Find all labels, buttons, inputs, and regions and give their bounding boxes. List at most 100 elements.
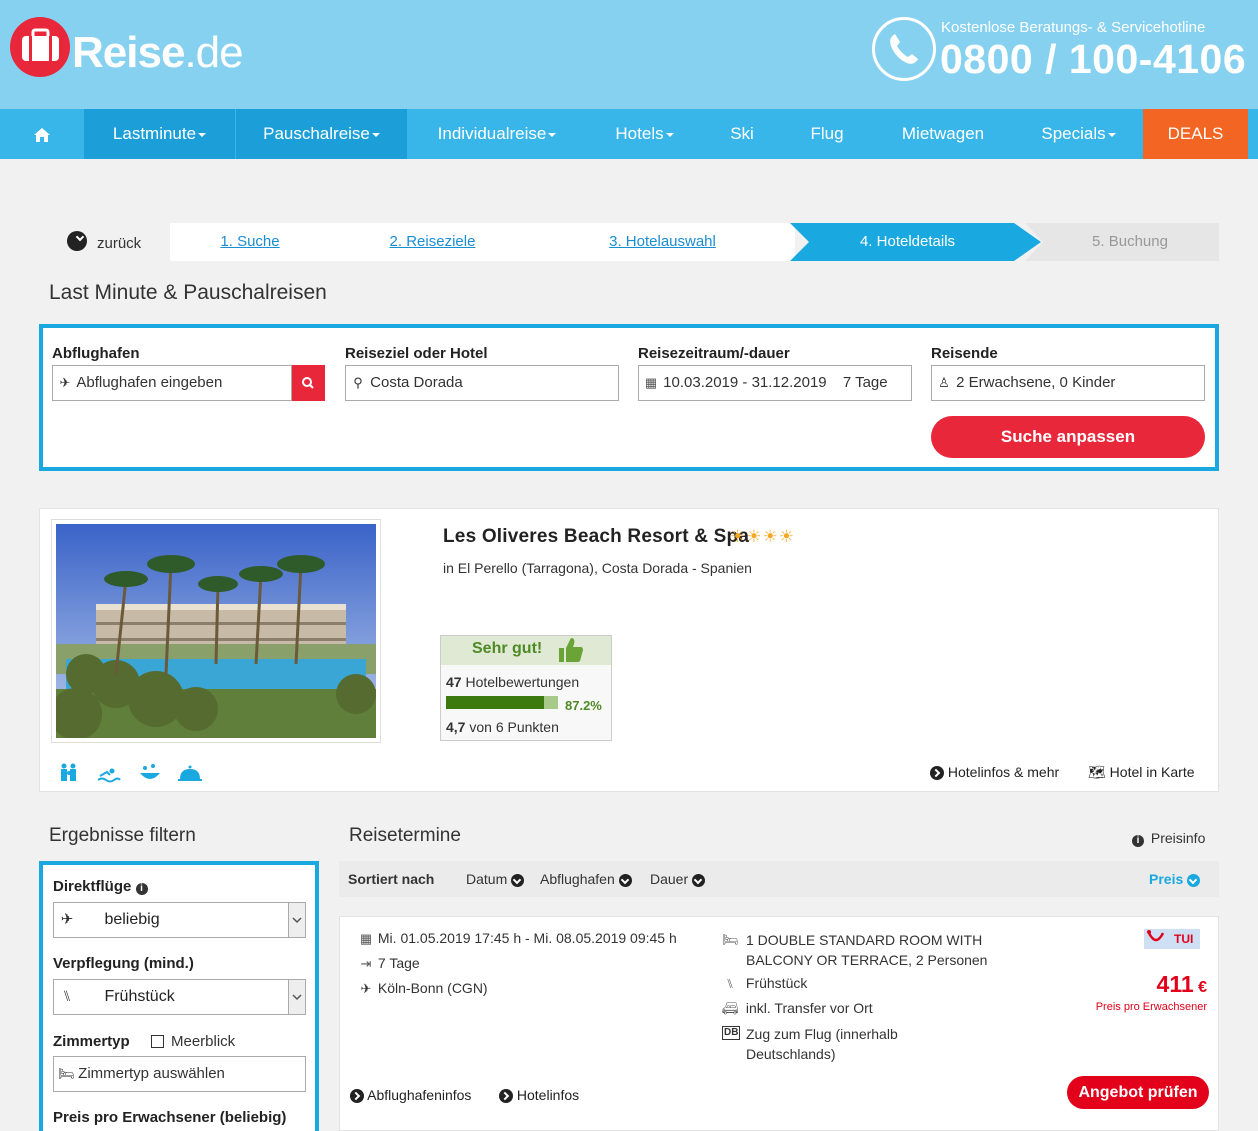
caret-down-icon [1107, 132, 1116, 137]
filter-title: Ergebnisse filtern [49, 825, 196, 846]
cutlery-icon: ⑊ [62, 988, 72, 1005]
caret-down-icon [198, 132, 207, 137]
airport-info-link[interactable]: Abflughafeninfos [350, 1087, 471, 1104]
points-label: von 6 Punkten [469, 719, 559, 735]
travellers-input[interactable]: ♙ 2 Erwachsene, 0 Kinder [931, 365, 1205, 401]
nav-item-label: Pauschalreise [263, 124, 370, 143]
step-1[interactable]: 1. Suche [170, 223, 330, 261]
rating-box[interactable]: Sehr gut! 47 Hotelbewertungen 87.2% 4,7 … [440, 635, 612, 741]
plane-icon: ✈ [360, 981, 372, 996]
phone-icon [872, 17, 936, 81]
board-label: Verpflegung (mind.) [53, 955, 194, 972]
sort-duration[interactable]: Dauer [650, 871, 706, 887]
price-note: Preis pro Erwachsener [1095, 1001, 1207, 1013]
seaview-label: Meerblick [171, 1033, 236, 1050]
back-link[interactable] [67, 231, 87, 251]
search-submit-button[interactable]: Suche anpassen [931, 416, 1205, 458]
board-select[interactable]: ⑊ Frühstück [53, 979, 306, 1015]
sort-airport[interactable]: Abflughafen [540, 871, 632, 887]
nav-item-deals[interactable]: DEALS [1143, 109, 1248, 159]
rating-bar-fill [446, 696, 544, 709]
back-arrow-icon [67, 231, 87, 251]
offer-transfer-row: 🚐︎ inkl. Transfer vor Ort [722, 1000, 873, 1017]
hotline-number[interactable]: 0800 / 100-4106 [940, 36, 1246, 83]
direct-flights-select[interactable]: ✈ beliebig [53, 902, 306, 938]
chevron-down-circle-icon [618, 873, 632, 887]
offer-duration: 7 Tage [377, 955, 420, 971]
sorted-by-label: Sortiert nach [348, 871, 435, 887]
seaview-checkbox[interactable] [151, 1035, 164, 1048]
period-dates: 10.03.2019 - 31.12.2019 [663, 374, 827, 391]
offer-hotel-info-link[interactable]: Hotelinfos [499, 1087, 579, 1104]
nav-item-specials[interactable]: Specials [1014, 109, 1143, 159]
search-title: Last Minute & Pauschalreisen [49, 281, 327, 304]
airport-label: Abflughafen [52, 345, 140, 362]
bed-icon: 🛏︎ [722, 932, 739, 947]
rating-label: Sehr gut! [472, 640, 543, 657]
hotel-map-link[interactable]: 🗺︎ Hotel in Karte [1088, 764, 1195, 781]
info-icon[interactable]: i [135, 883, 148, 895]
nav-item-ski[interactable]: Ski [702, 109, 782, 159]
home-icon [34, 127, 50, 142]
step-2-link[interactable]: 2. Reiseziele [390, 233, 476, 250]
price-filter-label: Preis pro Erwachsener (beliebig) [53, 1109, 287, 1126]
period-input[interactable]: ▦ 10.03.2019 - 31.12.2019 7 Tage [638, 365, 912, 401]
bed-icon: 🛏︎ [58, 1066, 75, 1081]
airport-input[interactable]: ✈ Abflughafen eingeben [52, 365, 292, 401]
sort-price-active[interactable]: Preis [1149, 871, 1201, 887]
site-logo[interactable]: Reise.de [72, 28, 244, 78]
step-3[interactable]: 3. Hotelauswahl [560, 223, 765, 261]
suitcase-logo-icon[interactable] [10, 17, 70, 77]
offer-train-2: Deutschlands) [746, 1046, 836, 1062]
caret-down-icon [371, 132, 380, 137]
hotel-info-link[interactable]: Hotelinfos & mehr [930, 764, 1059, 781]
room-label: Zimmertyp [53, 1033, 130, 1050]
step-4-current: 4. Hoteldetails [859, 233, 956, 250]
search-icon [302, 377, 314, 389]
nav-item-hotels[interactable]: Hotels [587, 109, 702, 159]
hotel-name: Les Oliveres Beach Resort & Spa [443, 526, 750, 547]
chevron-down-circle-icon [1187, 873, 1201, 887]
hotel-image[interactable] [50, 519, 381, 743]
sort-bar: Sortiert nach Datum Abflughafen Dauer Pr… [339, 861, 1219, 897]
nav-item-label: Mietwagen [901, 124, 985, 143]
nav-item-flug[interactable]: Flug [782, 109, 872, 159]
offer-board-row: ⑊ Frühstück [722, 975, 807, 991]
offer-price-value: 411 [1156, 971, 1194, 997]
back-link-label[interactable]: zurück [97, 235, 141, 252]
nav-item-mietwagen[interactable]: Mietwagen [872, 109, 1014, 159]
check-offer-button[interactable]: Angebot prüfen [1067, 1076, 1209, 1109]
airport-search-button[interactable] [292, 365, 325, 401]
offer-airport: Köln-Bonn (CGN) [377, 980, 488, 996]
select-arrow [288, 903, 305, 937]
room-type-input[interactable]: 🛏︎ Zimmertyp auswählen [53, 1056, 306, 1092]
calendar-icon: ▦ [359, 931, 373, 946]
swimming-icon [97, 768, 121, 783]
step-1-link[interactable]: 1. Suche [220, 233, 279, 250]
price-info-link[interactable]: i Preisinfo [1132, 830, 1205, 847]
hotel-map-label: Hotel in Karte [1109, 764, 1195, 780]
reviews-count: 47 [446, 674, 462, 690]
family-icon [61, 763, 76, 781]
site-header: Reise.de Kostenlose Beratungs- & Service… [0, 0, 1258, 109]
nav-item-individualreise[interactable]: Individualreise [407, 109, 587, 159]
offer-airport-row: ✈ Köln-Bonn (CGN) [358, 980, 488, 997]
nav-item-label: Hotels [615, 124, 664, 143]
home-nav-item[interactable] [0, 109, 84, 159]
offer-room-row: 🛏︎ 1 DOUBLE STANDARD ROOM WITH BALCONY O… [722, 930, 987, 970]
reviews-label: Hotelbewertungen [465, 674, 580, 690]
step-3-link[interactable]: 3. Hotelauswahl [609, 233, 716, 250]
nav-item-pauschalreise[interactable]: Pauschalreise [236, 109, 407, 159]
destination-input[interactable]: ⚲ Costa Dorada [345, 365, 619, 401]
step-2[interactable]: 2. Reiseziele [350, 223, 515, 261]
sort-date[interactable]: Datum [466, 871, 525, 887]
nav-item-lastminute[interactable]: Lastminute [84, 109, 235, 159]
offer-card: ▦ Mi. 01.05.2019 17:45 h - Mi. 08.05.201… [339, 916, 1219, 1131]
airport-placeholder: Abflughafen eingeben [76, 374, 223, 391]
step-5: 5. Buchung [1092, 233, 1168, 250]
search-panel: Abflughafen ✈ Abflughafen eingeben Reise… [39, 324, 1219, 471]
chevron-down-circle-icon [511, 873, 525, 887]
nav-item-label: Lastminute [112, 124, 197, 143]
direct-flights-label-text: Direktflüge [53, 878, 132, 895]
thumbs-up-icon [559, 638, 583, 662]
